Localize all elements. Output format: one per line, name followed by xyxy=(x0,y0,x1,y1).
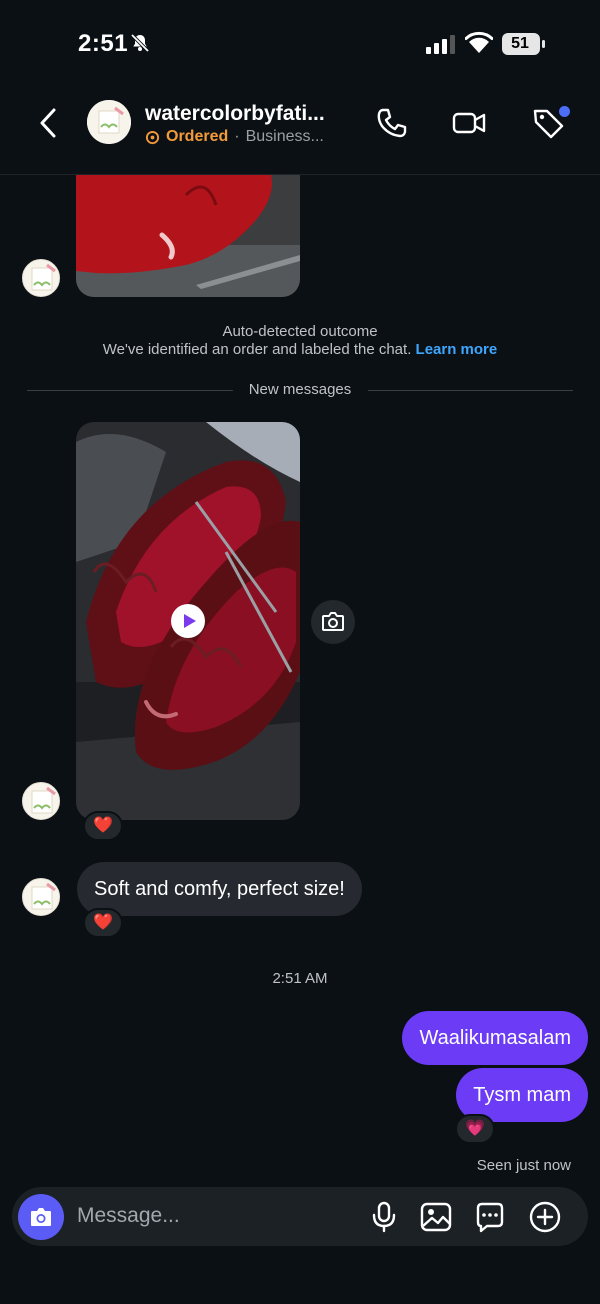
contact-subline: Ordered · Business... xyxy=(145,128,324,146)
mic-icon[interactable] xyxy=(367,1200,401,1234)
bell-slash-icon xyxy=(130,33,150,53)
incoming-message[interactable]: Soft and comfy, perfect size! xyxy=(77,862,362,916)
wifi-icon xyxy=(465,31,493,53)
phone-icon[interactable] xyxy=(375,106,409,140)
outcome-body: We've identified an order and labeled th… xyxy=(0,341,600,358)
sticker-icon[interactable] xyxy=(473,1200,507,1234)
sender-avatar[interactable] xyxy=(22,782,60,820)
message-timestamp: 2:51 AM xyxy=(272,970,328,987)
seen-status: Seen just now xyxy=(476,1157,571,1174)
plus-icon[interactable] xyxy=(528,1200,562,1234)
camera-icon xyxy=(322,612,344,631)
message-input[interactable]: Message... xyxy=(77,1204,180,1228)
avatar-art-icon xyxy=(31,882,56,910)
red-shoe-photo xyxy=(76,175,300,297)
video-call-icon[interactable] xyxy=(452,106,486,140)
gallery-icon[interactable] xyxy=(419,1200,453,1234)
sender-avatar[interactable] xyxy=(22,259,60,297)
video-reaction[interactable]: ❤️ xyxy=(83,811,123,841)
outcome-title: Auto-detected outcome xyxy=(222,323,378,340)
learn-more-link[interactable]: Learn more xyxy=(416,341,498,358)
outcome-body-text: We've identified an order and labeled th… xyxy=(102,341,412,358)
chat-header: watercolorbyfati... Ordered · Business..… xyxy=(0,90,600,175)
avatar-art-icon xyxy=(31,786,56,814)
notification-dot xyxy=(559,106,570,117)
play-icon xyxy=(184,614,196,628)
battery-level: 51 xyxy=(511,35,529,52)
back-chevron-icon[interactable] xyxy=(36,106,62,140)
incoming-reaction[interactable]: ❤️ xyxy=(83,908,123,938)
camera-button[interactable] xyxy=(18,1194,64,1240)
contact-avatar[interactable] xyxy=(87,100,131,144)
status-bar: 2:51 51 xyxy=(0,0,600,90)
camera-icon xyxy=(31,1208,51,1226)
subline-separator: · xyxy=(234,128,240,145)
signal-icon xyxy=(426,35,455,54)
message-photo-top[interactable] xyxy=(76,175,300,297)
new-messages-label: New messages xyxy=(248,381,352,398)
outgoing-reaction[interactable]: 💗 xyxy=(455,1114,495,1144)
contact-name[interactable]: watercolorbyfati... xyxy=(145,102,325,126)
status-time: 2:51 xyxy=(78,30,129,57)
outgoing-message-1[interactable]: Waalikumasalam xyxy=(402,1011,588,1065)
ordered-tag-icon xyxy=(145,130,160,144)
reply-camera-button[interactable] xyxy=(311,600,355,644)
avatar-art-icon xyxy=(87,100,131,144)
account-type-label: Business... xyxy=(245,128,324,145)
avatar-art-icon xyxy=(31,263,56,291)
sender-avatar[interactable] xyxy=(22,878,60,916)
play-button[interactable] xyxy=(171,604,205,638)
order-status-label: Ordered xyxy=(166,128,229,145)
message-composer: Message... xyxy=(12,1187,588,1246)
